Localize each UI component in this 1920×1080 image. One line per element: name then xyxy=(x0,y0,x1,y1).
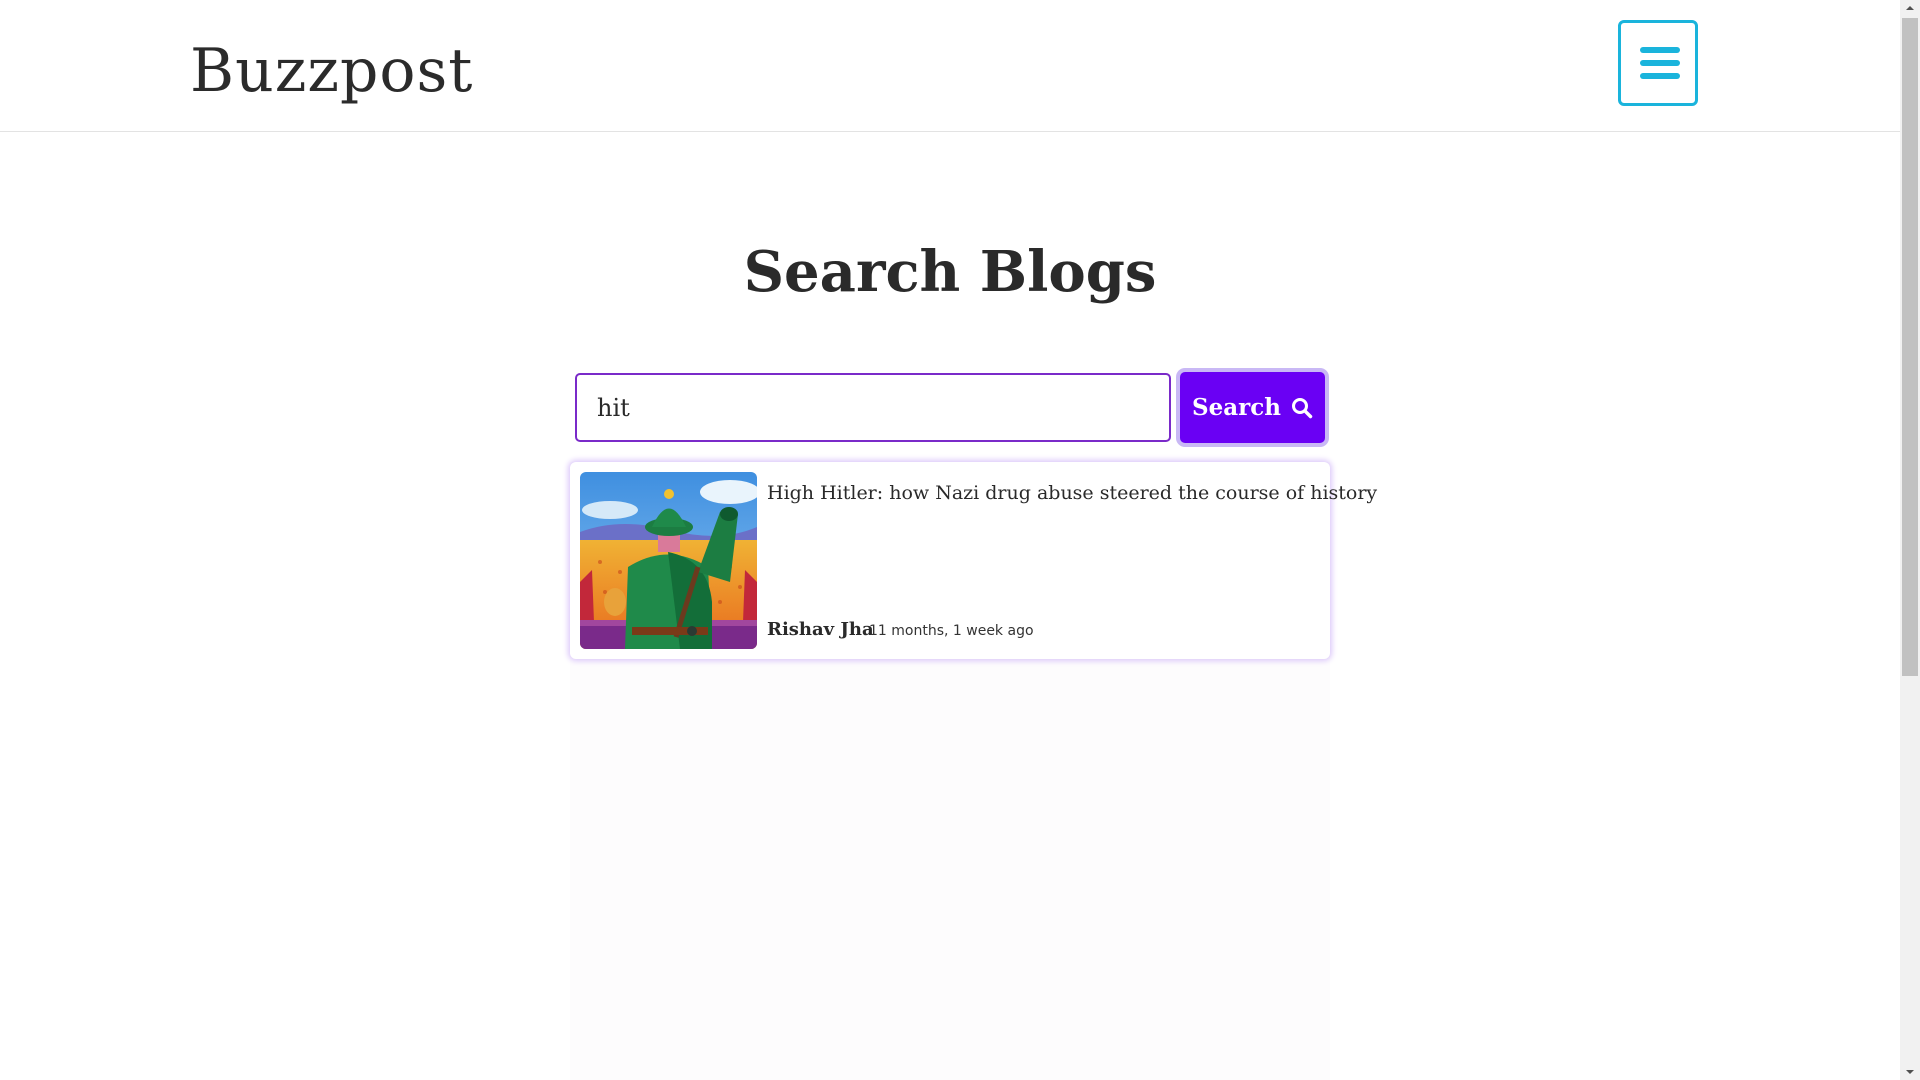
search-button[interactable]: Search xyxy=(1180,372,1325,443)
result-timestamp: 11 months, 1 week ago xyxy=(869,623,1034,639)
search-icon xyxy=(1291,397,1313,419)
search-button-label: Search xyxy=(1192,394,1281,421)
site-logo[interactable]: Buzzpost xyxy=(190,36,473,106)
result-thumbnail[interactable] xyxy=(580,472,757,649)
result-author: Rishav Jha xyxy=(767,619,874,640)
page: Buzzpost Search Blogs Search xyxy=(0,0,1920,1080)
hamburger-menu-button[interactable] xyxy=(1618,20,1698,106)
scroll-down-arrow-icon[interactable] xyxy=(1900,1064,1920,1080)
site-header: Buzzpost xyxy=(0,0,1900,132)
scrollbar-thumb[interactable] xyxy=(1902,18,1918,676)
scroll-up-arrow-icon[interactable] xyxy=(1900,0,1920,16)
vertical-scrollbar[interactable] xyxy=(1900,0,1920,1080)
result-title[interactable]: High Hitler: how Nazi drug abuse steered… xyxy=(767,478,1377,508)
search-input[interactable] xyxy=(575,373,1171,442)
search-result-card[interactable]: High Hitler: how Nazi drug abuse steered… xyxy=(570,462,1377,659)
page-title: Search Blogs xyxy=(743,239,1157,305)
